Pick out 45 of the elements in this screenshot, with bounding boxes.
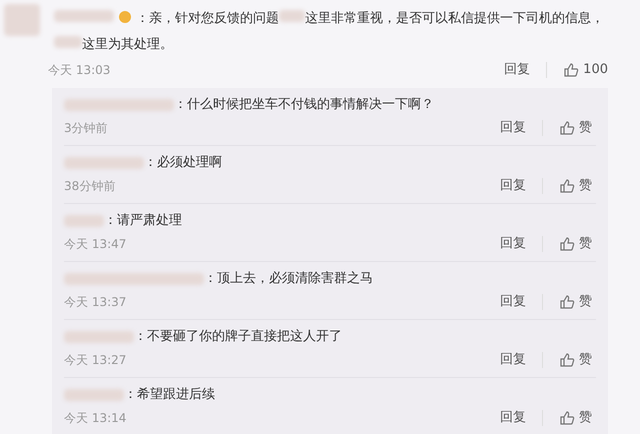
reply-time: 3分钟前 [64, 120, 108, 137]
thumbs-up-icon [559, 236, 575, 252]
reply-text: ：希望跟进后续 [124, 386, 215, 404]
blurred-name [64, 215, 104, 227]
thumbs-up-icon [559, 294, 575, 310]
badge-icon [118, 10, 132, 24]
reply-text: ：请严肃处理 [104, 212, 182, 230]
like-button[interactable]: 赞 [555, 118, 596, 138]
like-button[interactable]: 赞 [555, 234, 596, 254]
reply-time: 今天 13:14 [64, 410, 126, 427]
like-button[interactable]: 赞 [555, 176, 596, 196]
reply-button[interactable]: 回复 [496, 234, 530, 254]
like-button[interactable]: 赞 [555, 408, 596, 428]
blurred-avatar [4, 4, 40, 36]
like-button[interactable]: 赞 [555, 350, 596, 370]
comment-time: 今天 13:03 [48, 62, 110, 79]
reply-button[interactable]: 回复 [496, 292, 530, 312]
blurred-name [54, 10, 114, 22]
reply-text: ：必须处理啊 [144, 154, 222, 172]
like-button[interactable]: 赞 [555, 292, 596, 312]
comment-text: ：亲，针对您反馈的问题 [136, 11, 279, 26]
reply-button[interactable]: 回复 [500, 60, 534, 80]
thumbs-up-icon [559, 410, 575, 426]
like-button[interactable]: 100 [559, 60, 612, 80]
thumbs-up-icon [563, 62, 580, 78]
thumbs-up-icon [559, 120, 575, 136]
reply-text: ：不要砸了你的牌子直接把这人开了 [134, 328, 342, 346]
reply-button[interactable]: 回复 [496, 176, 530, 196]
reply-button[interactable]: 回复 [496, 350, 530, 370]
reply-text: ：什么时候把坐车不付钱的事情解决一下啊？ [174, 96, 434, 114]
thumbs-up-icon [559, 352, 575, 368]
comment-text: 这里为其处理。 [82, 37, 173, 52]
comment-text: 这里非常重视，是否可以私信提供一下司机的信息， [305, 11, 604, 26]
reply-time: 今天 13:37 [64, 294, 126, 311]
reply-button[interactable]: 回复 [496, 408, 530, 428]
reply-text: ：顶上去，必须清除害群之马 [204, 270, 373, 288]
blurred-name [64, 331, 134, 343]
blurred-text [54, 36, 82, 48]
blurred-text [279, 10, 305, 22]
thumbs-up-icon [559, 178, 575, 194]
reply-time: 今天 13:27 [64, 352, 126, 369]
reply-button[interactable]: 回复 [496, 118, 530, 138]
blurred-name [64, 389, 124, 401]
reply-time: 今天 13:47 [64, 236, 126, 253]
reply-time: 38分钟前 [64, 178, 116, 195]
